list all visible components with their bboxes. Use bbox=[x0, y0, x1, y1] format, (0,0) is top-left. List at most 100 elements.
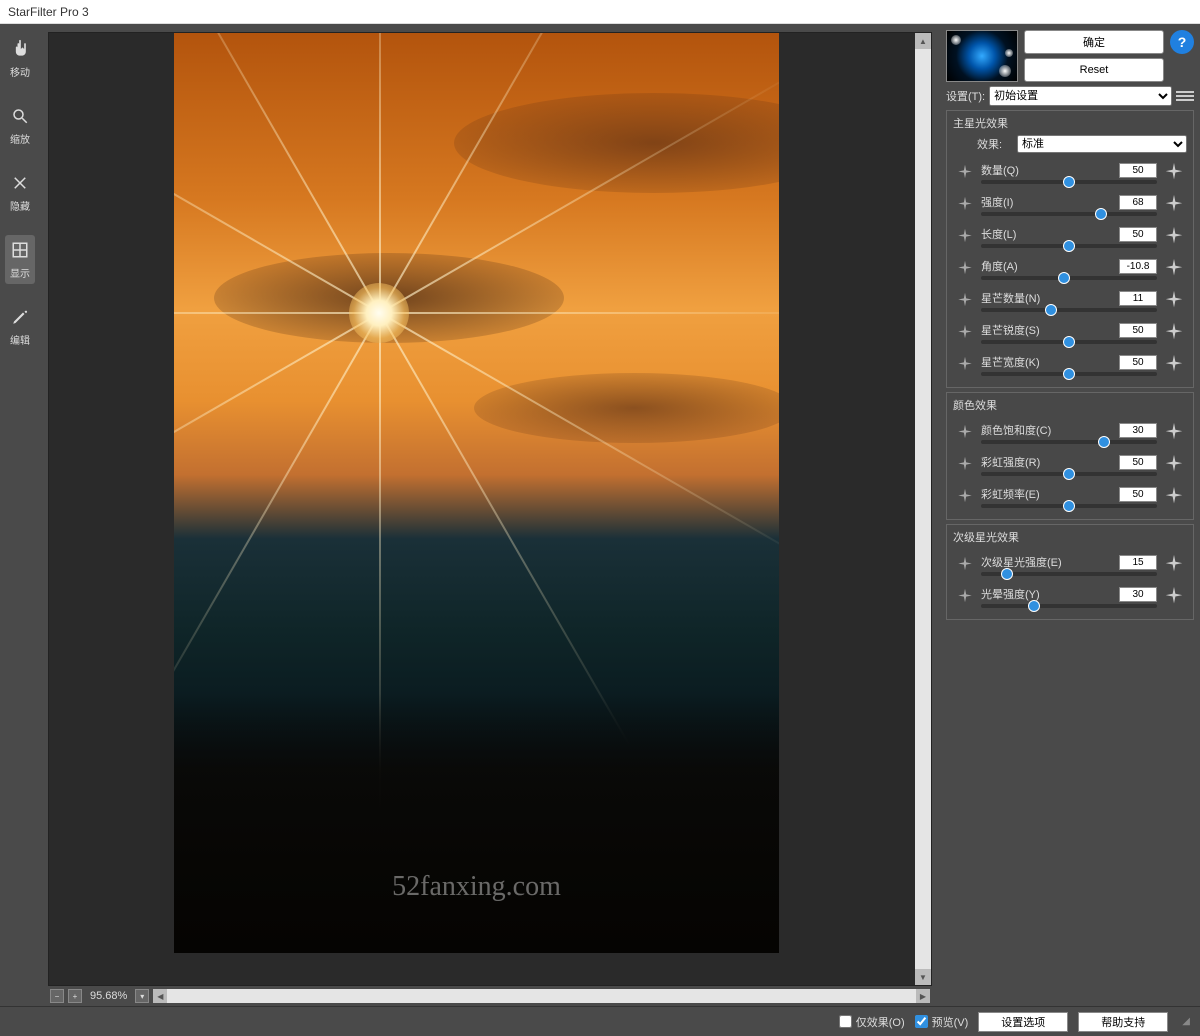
app-title: StarFilter Pro 3 bbox=[8, 5, 89, 19]
slider-thumb[interactable] bbox=[1063, 368, 1075, 380]
slider-value-input[interactable]: -10.8 bbox=[1119, 259, 1157, 274]
scroll-up-icon[interactable]: ▲ bbox=[915, 33, 931, 49]
group-color: 颜色效果 颜色饱和度(C)30彩虹强度(R)50彩虹频率(E)50 bbox=[946, 392, 1194, 520]
slider-value-input[interactable]: 30 bbox=[1119, 423, 1157, 438]
settings-preset-select[interactable]: 初始设置 bbox=[989, 86, 1172, 106]
slider-track[interactable] bbox=[981, 504, 1157, 508]
slider-track[interactable] bbox=[981, 340, 1157, 344]
slider-track[interactable] bbox=[981, 308, 1157, 312]
options-button[interactable]: 设置选项 bbox=[978, 1012, 1068, 1032]
ok-button[interactable]: 确定 bbox=[1024, 30, 1164, 54]
star-icon bbox=[953, 257, 977, 281]
help-icon: ? bbox=[1178, 34, 1187, 50]
slider-thumb[interactable] bbox=[1001, 568, 1013, 580]
slider-main-1: 强度(I)68 bbox=[953, 189, 1187, 221]
slider-value-input[interactable]: 68 bbox=[1119, 195, 1157, 210]
left-toolbar: 移动 缩放 隐藏 显示 编辑 bbox=[0, 24, 40, 1006]
slider-color-2: 彩虹频率(E) 50 bbox=[953, 481, 1187, 513]
slider-thumb[interactable] bbox=[1045, 304, 1057, 316]
slider-track[interactable] bbox=[981, 440, 1157, 444]
scroll-right-icon[interactable]: ▶ bbox=[916, 989, 930, 1003]
vertical-scrollbar[interactable]: ▲ ▼ bbox=[915, 33, 931, 985]
tool-label: 显示 bbox=[10, 265, 30, 280]
zoom-out-icon[interactable]: − bbox=[50, 989, 64, 1003]
star-icon bbox=[953, 321, 977, 345]
slider-track[interactable] bbox=[981, 180, 1157, 184]
slider-value-input[interactable]: 11 bbox=[1119, 291, 1157, 306]
x-icon bbox=[9, 172, 31, 194]
star-icon bbox=[1161, 420, 1187, 446]
effect-preview-thumb bbox=[946, 30, 1018, 82]
slider-label: 星芒锐度(S) bbox=[981, 322, 1040, 338]
slider-value-input[interactable]: 50 bbox=[1119, 487, 1157, 502]
slider-thumb[interactable] bbox=[1063, 336, 1075, 348]
tool-zoom[interactable]: 缩放 bbox=[5, 101, 35, 150]
group-secondary: 次级星光效果 次级星光强度(E)15光晕强度(Y)30 bbox=[946, 524, 1194, 620]
group-title: 颜色效果 bbox=[953, 397, 1187, 413]
zoom-in-icon[interactable]: + bbox=[68, 989, 82, 1003]
star-icon bbox=[1161, 320, 1187, 346]
tool-label: 移动 bbox=[10, 64, 30, 79]
star-icon bbox=[1161, 352, 1187, 378]
slider-thumb[interactable] bbox=[1095, 208, 1107, 220]
slider-label: 颜色饱和度(C) bbox=[981, 422, 1051, 438]
slider-thumb[interactable] bbox=[1063, 176, 1075, 188]
star-icon bbox=[1161, 584, 1187, 610]
support-button[interactable]: 帮助支持 bbox=[1078, 1012, 1168, 1032]
slider-track[interactable] bbox=[981, 244, 1157, 248]
slider-value-input[interactable]: 50 bbox=[1119, 455, 1157, 470]
slider-label: 彩虹频率(E) bbox=[981, 486, 1040, 502]
slider-thumb[interactable] bbox=[1063, 468, 1075, 480]
tool-edit[interactable]: 编辑 bbox=[5, 302, 35, 351]
hand-icon bbox=[9, 38, 31, 60]
slider-track[interactable] bbox=[981, 372, 1157, 376]
star-icon bbox=[953, 485, 977, 509]
horizontal-scrollbar[interactable]: ◀ ▶ bbox=[153, 989, 930, 1003]
slider-value-input[interactable]: 50 bbox=[1119, 323, 1157, 338]
slider-thumb[interactable] bbox=[1063, 240, 1075, 252]
star-icon bbox=[953, 453, 977, 477]
effect-select[interactable]: 标准 bbox=[1017, 135, 1187, 153]
reset-button[interactable]: Reset bbox=[1024, 58, 1164, 82]
slider-track[interactable] bbox=[981, 276, 1157, 280]
slider-track[interactable] bbox=[981, 604, 1157, 608]
star-icon bbox=[1161, 484, 1187, 510]
slider-track[interactable] bbox=[981, 472, 1157, 476]
slider-thumb[interactable] bbox=[1098, 436, 1110, 448]
slider-thumb[interactable] bbox=[1063, 500, 1075, 512]
slider-thumb[interactable] bbox=[1058, 272, 1070, 284]
slider-track[interactable] bbox=[981, 212, 1157, 216]
scroll-left-icon[interactable]: ◀ bbox=[153, 989, 167, 1003]
slider-track[interactable] bbox=[981, 572, 1157, 576]
slider-value-input[interactable]: 30 bbox=[1119, 587, 1157, 602]
bottom-bar: 仅效果(O) 预览(V) 设置选项 帮助支持 ◢ bbox=[0, 1006, 1200, 1036]
watermark: 52fanxing.com bbox=[392, 871, 561, 903]
only-effect-checkbox[interactable]: 仅效果(O) bbox=[839, 1014, 905, 1030]
slider-label: 星芒宽度(K) bbox=[981, 354, 1040, 370]
slider-color-0: 颜色饱和度(C) 30 bbox=[953, 417, 1187, 449]
slider-main-2: 长度(L)50 bbox=[953, 221, 1187, 253]
group-main-star: 主星光效果 效果: 标准 数量(Q)50强度(I)68长度(L)50角度(A)-… bbox=[946, 110, 1194, 388]
star-icon bbox=[953, 553, 977, 577]
zoom-dropdown-icon[interactable]: ▾ bbox=[135, 989, 149, 1003]
preset-menu-icon[interactable] bbox=[1176, 89, 1194, 103]
slider-value-input[interactable]: 15 bbox=[1119, 555, 1157, 570]
slider-thumb[interactable] bbox=[1028, 600, 1040, 612]
tool-move[interactable]: 移动 bbox=[5, 34, 35, 83]
star-icon bbox=[1161, 552, 1187, 578]
slider-label: 角度(A) bbox=[981, 258, 1018, 274]
magnifier-icon bbox=[9, 105, 31, 127]
slider-value-input[interactable]: 50 bbox=[1119, 227, 1157, 242]
slider-sec-1: 光晕强度(Y)30 bbox=[953, 581, 1187, 613]
slider-value-input[interactable]: 50 bbox=[1119, 163, 1157, 178]
help-button[interactable]: ? bbox=[1170, 30, 1194, 54]
preview-checkbox[interactable]: 预览(V) bbox=[915, 1014, 969, 1030]
tool-hide[interactable]: 隐藏 bbox=[5, 168, 35, 217]
tool-show[interactable]: 显示 bbox=[5, 235, 35, 284]
resize-grip-icon[interactable]: ◢ bbox=[1182, 1016, 1190, 1027]
slider-value-input[interactable]: 50 bbox=[1119, 355, 1157, 370]
scroll-down-icon[interactable]: ▼ bbox=[915, 969, 931, 985]
slider-sec-0: 次级星光强度(E)15 bbox=[953, 549, 1187, 581]
canvas[interactable]: 52fanxing.com ▲ ▼ bbox=[48, 32, 932, 986]
star-icon bbox=[1161, 160, 1187, 186]
